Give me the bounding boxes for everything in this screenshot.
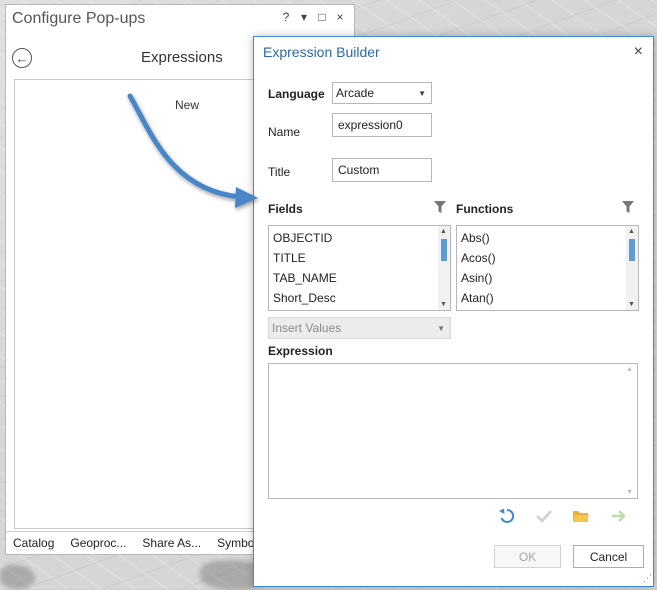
- pane-title: Configure Pop-ups: [12, 10, 146, 27]
- arrow-right-icon[interactable]: [610, 507, 628, 525]
- resize-grip-icon[interactable]: ⋰: [643, 573, 652, 584]
- scroll-thumb[interactable]: [629, 239, 635, 261]
- functions-scrollbar[interactable]: ▲ ▼: [626, 226, 638, 310]
- tab-share-as[interactable]: Share As...: [142, 536, 201, 550]
- list-item[interactable]: OBJECTID: [269, 228, 450, 248]
- back-button[interactable]: ←: [12, 48, 32, 68]
- list-item[interactable]: Abs(): [457, 228, 638, 248]
- scroll-down-icon[interactable]: ▼: [628, 301, 635, 308]
- scroll-down-icon[interactable]: ▼: [440, 301, 447, 308]
- fields-filter-icon[interactable]: [433, 200, 447, 214]
- list-item[interactable]: Short_Desc: [269, 288, 450, 308]
- list-item[interactable]: TAB_NAME: [269, 268, 450, 288]
- language-value: Arcade: [336, 86, 375, 100]
- close-icon[interactable]: ×: [334, 10, 346, 24]
- scroll-down-icon[interactable]: ▼: [626, 489, 633, 496]
- new-expression-button[interactable]: New: [175, 98, 199, 112]
- scroll-up-icon[interactable]: ▲: [440, 228, 447, 235]
- menu-dropdown-icon[interactable]: ▾: [298, 10, 310, 24]
- restore-icon[interactable]: □: [316, 10, 328, 24]
- cancel-label: Cancel: [589, 549, 628, 564]
- map-feature: [0, 565, 35, 589]
- functions-filter-icon[interactable]: [621, 200, 635, 214]
- tab-geoprocessing[interactable]: Geoproc...: [70, 536, 126, 550]
- verify-check-icon[interactable]: [535, 507, 553, 525]
- name-input[interactable]: expression0: [332, 113, 432, 137]
- fields-scrollbar[interactable]: ▲ ▼: [438, 226, 450, 310]
- expression-builder-dialog: Expression Builder × Language Arcade ▼ N…: [253, 36, 654, 587]
- title-label: Title: [268, 165, 291, 179]
- list-item[interactable]: Acos(): [457, 248, 638, 268]
- language-label: Language: [268, 87, 325, 101]
- chevron-down-icon: ▼: [418, 89, 426, 98]
- expression-editor[interactable]: ▲ ▼: [268, 363, 638, 499]
- cancel-button[interactable]: Cancel: [573, 545, 644, 568]
- functions-label: Functions: [456, 202, 514, 216]
- pane-controls: ? ▾ □ ×: [280, 10, 346, 24]
- title-input[interactable]: Custom: [332, 158, 432, 182]
- language-select[interactable]: Arcade ▼: [332, 82, 432, 104]
- fields-list[interactable]: OBJECTID TITLE TAB_NAME Short_Desc ▲ ▼: [268, 225, 451, 311]
- scroll-thumb[interactable]: [441, 239, 447, 261]
- tab-catalog[interactable]: Catalog: [13, 536, 54, 550]
- functions-list[interactable]: Abs() Acos() Asin() Atan() ▲ ▼: [456, 225, 639, 311]
- expression-label: Expression: [268, 344, 333, 358]
- name-label: Name: [268, 125, 301, 139]
- scroll-up-icon[interactable]: ▲: [628, 228, 635, 235]
- ok-label: OK: [518, 549, 537, 564]
- name-value: expression0: [338, 118, 403, 132]
- list-item[interactable]: TITLE: [269, 248, 450, 268]
- pane-heading: Expressions: [141, 49, 223, 66]
- close-icon[interactable]: ×: [634, 43, 643, 61]
- title-value: Custom: [338, 163, 380, 177]
- help-icon[interactable]: ?: [280, 10, 292, 24]
- scroll-up-icon[interactable]: ▲: [626, 366, 633, 373]
- undo-icon[interactable]: [498, 507, 516, 525]
- insert-values-label: Insert Values: [272, 321, 342, 335]
- back-arrow-icon: ←: [15, 50, 29, 66]
- fields-label: Fields: [268, 202, 303, 216]
- list-item[interactable]: Asin(): [457, 268, 638, 288]
- chevron-down-icon: ▼: [437, 324, 445, 333]
- list-item[interactable]: Atan(): [457, 288, 638, 308]
- insert-values-dropdown[interactable]: Insert Values ▼: [268, 317, 451, 339]
- dialog-title: Expression Builder: [263, 44, 380, 60]
- open-folder-icon[interactable]: [572, 507, 590, 525]
- ok-button[interactable]: OK: [494, 545, 561, 568]
